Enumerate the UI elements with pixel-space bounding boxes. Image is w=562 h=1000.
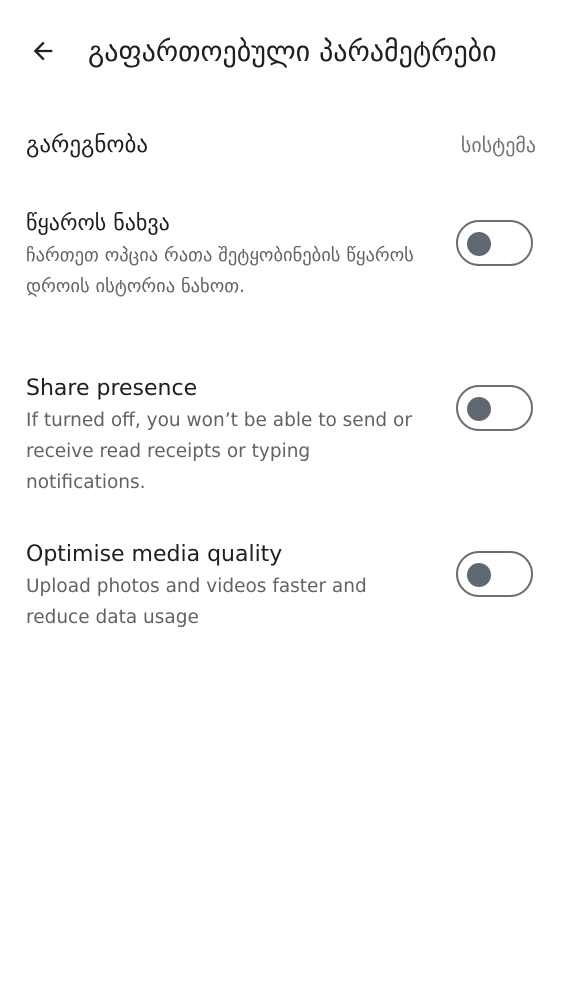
switch-thumb xyxy=(467,231,491,256)
switch-thumb xyxy=(467,396,491,421)
optimise-media-setting[interactable]: Optimise media quality Upload photos and… xyxy=(0,539,562,639)
arrow-back-icon xyxy=(33,41,53,61)
appearance-label: გარეგნობა xyxy=(26,132,149,158)
appearance-setting[interactable]: გარეგნობა სისტემა xyxy=(0,118,562,178)
share-presence-setting[interactable]: Share presence If turned off, you won’t … xyxy=(0,373,562,503)
appearance-value: სისტემა xyxy=(460,133,536,157)
app-bar: გაფართოებული პარამეტრები xyxy=(0,0,562,100)
page-title: გაფართოებული პარამეტრები xyxy=(88,35,497,68)
view-source-title: წყაროს ნახვა xyxy=(26,211,170,236)
share-presence-switch[interactable] xyxy=(456,385,533,431)
switch-thumb xyxy=(467,562,491,587)
optimise-media-switch[interactable] xyxy=(456,551,533,597)
optimise-media-title: Optimise media quality xyxy=(26,542,283,567)
view-source-description: ჩართეთ ოპცია რათა შეტყობინების წყაროს დრ… xyxy=(26,245,414,297)
share-presence-description: If turned off, you won’t be able to send… xyxy=(26,410,412,493)
share-presence-title: Share presence xyxy=(26,376,198,401)
optimise-media-description: Upload photos and videos faster and redu… xyxy=(26,576,367,628)
view-source-setting[interactable]: წყაროს ნახვა ჩართეთ ოპცია რათა შეტყობინე… xyxy=(0,208,562,338)
view-source-switch[interactable] xyxy=(456,220,533,266)
back-button[interactable] xyxy=(22,30,64,72)
